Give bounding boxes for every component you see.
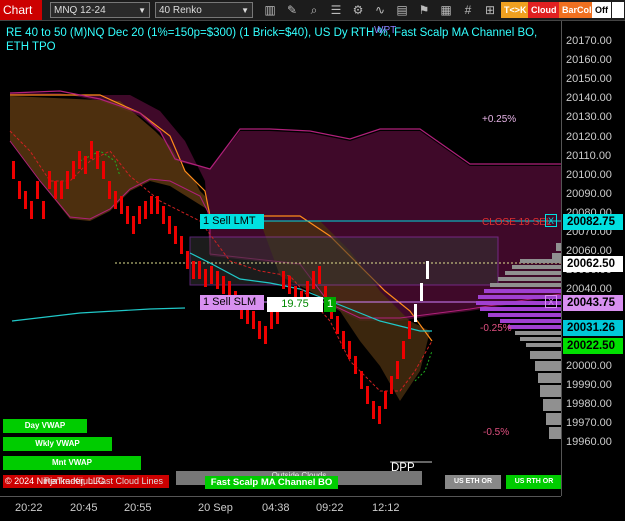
time-tick-label: 09:22 [316,502,344,514]
time-tick-label: 04:38 [262,502,290,514]
indicator-icon[interactable]: ∿ [372,2,388,18]
time-tick-label: 20:55 [124,502,152,514]
price-tick-label: 19990.00 [566,378,612,391]
instrument-selector[interactable]: MNQ 12-24 ▼ [50,2,150,18]
bar-type-selector[interactable]: 40 Renko ▼ [155,2,253,18]
day-vwap-button[interactable]: Day VWAP [3,419,87,433]
chevron-down-icon: ▼ [138,6,146,15]
chevron-down-icon: ▼ [241,6,249,15]
price-tick-label: 20130.00 [566,111,612,124]
chart-tab[interactable]: Chart [0,0,42,20]
strategy-icon[interactable]: ⚙ [350,2,366,18]
time-tick-label: 20:22 [15,502,43,514]
ma-price-tag: 20031.26 [563,320,623,336]
cloud-button[interactable]: Cloud [528,2,560,18]
slm-offset[interactable]: 19.75 [267,297,323,312]
tk-icon[interactable]: ⊞ [482,2,498,18]
price-tick-label: 20170.00 [566,35,612,47]
properties-icon[interactable]: ☰ [328,2,344,18]
tpo-range-box [189,236,499,286]
green-price-tag: 20022.50 [563,338,623,354]
sell-slm-price-tag: 20043.75 [563,295,623,311]
cyan-ma-line [11,307,186,322]
chart-title: RE 40 to 50 (M)NQ Dec 20 (1%=150p=$300) … [6,27,538,53]
price-tick-label: 20110.00 [566,149,612,162]
price-tick-label: 20140.00 [566,92,612,105]
barcol-button[interactable]: BarCol [559,2,595,18]
bar-type-label: 40 Renko [159,5,202,16]
wkly-vwap-button[interactable]: Wkly VWAP [3,437,112,451]
price-tick-label: 20100.00 [566,168,612,181]
wpt-label: WPT [374,25,397,36]
fast-scalp-button[interactable]: Fast Scalp MA Channel BO [205,476,338,489]
price-tick-label: 20000.00 [566,359,612,372]
time-tick-label: 20:45 [70,502,98,514]
pct-minus-05: -0.5% [483,427,510,438]
price-tick-label: 20160.00 [566,54,612,67]
us-eth-or-button[interactable]: US ETH OR [445,475,501,489]
data-box-icon[interactable]: ▦ [438,2,454,18]
hash-icon[interactable]: # [460,2,476,18]
price-tick-label: 20120.00 [566,130,612,143]
pencil-icon[interactable]: ✎ [284,2,300,18]
us-rth-or-button[interactable]: US RTH OR [506,475,562,489]
magnifier-icon[interactable]: ⌕ [306,2,322,18]
slm-qty[interactable]: 1 [324,297,336,312]
sell-slm-tag[interactable]: 1 Sell SLM [200,295,264,310]
price-tick-label: 19970.00 [566,417,612,429]
close-lmt-icon[interactable]: X [545,214,557,227]
close-slm-icon[interactable]: X [545,295,557,308]
toolbar: Chart MNQ 12-24 ▼ 40 Renko ▼ ▥ ✎ ⌕ ☰ ⚙ ∿… [0,0,625,21]
chart-trader-icon[interactable]: ▤ [394,2,410,18]
time-tick-label: 12:12 [372,502,400,514]
time-tick-label: 20 Sep [198,502,233,514]
off-button[interactable]: Off [592,2,611,18]
tk-button[interactable]: T<>K [501,2,530,18]
price-tick-label: 19980.00 [566,397,612,410]
alert-icon[interactable]: ⚑ [416,2,432,18]
price-tick-label: 20090.00 [566,187,612,200]
toggle-switch[interactable] [612,2,624,18]
sell-lmt-price-tag: 20082.75 [563,214,623,230]
pct-plus-025: +0.25% [482,114,517,125]
mnt-vwap-button[interactable]: Mnt VWAP [3,456,141,470]
price-tick-label: 19960.00 [566,436,612,449]
pct-minus-025: -0.25% [480,323,512,334]
price-tick-label: 20040.00 [566,283,612,296]
last-price-tag: 20062.50 [563,256,623,272]
price-tick-label: 20150.00 [566,73,612,86]
close-label: CLOSE 19 SEL [482,217,552,228]
instrument-label: MNQ 12-24 [54,5,106,16]
indicator-name: Renko-Kijun Fast Cloud Lines [44,476,164,486]
dpp-label: DPP [391,462,415,474]
sell-lmt-tag[interactable]: 1 Sell LMT [200,214,264,229]
time-axis[interactable]: 20:22 20:45 20:55 20 Sep 04:38 09:22 12:12 [0,496,561,521]
chart-style-icon[interactable]: ▥ [262,2,278,18]
